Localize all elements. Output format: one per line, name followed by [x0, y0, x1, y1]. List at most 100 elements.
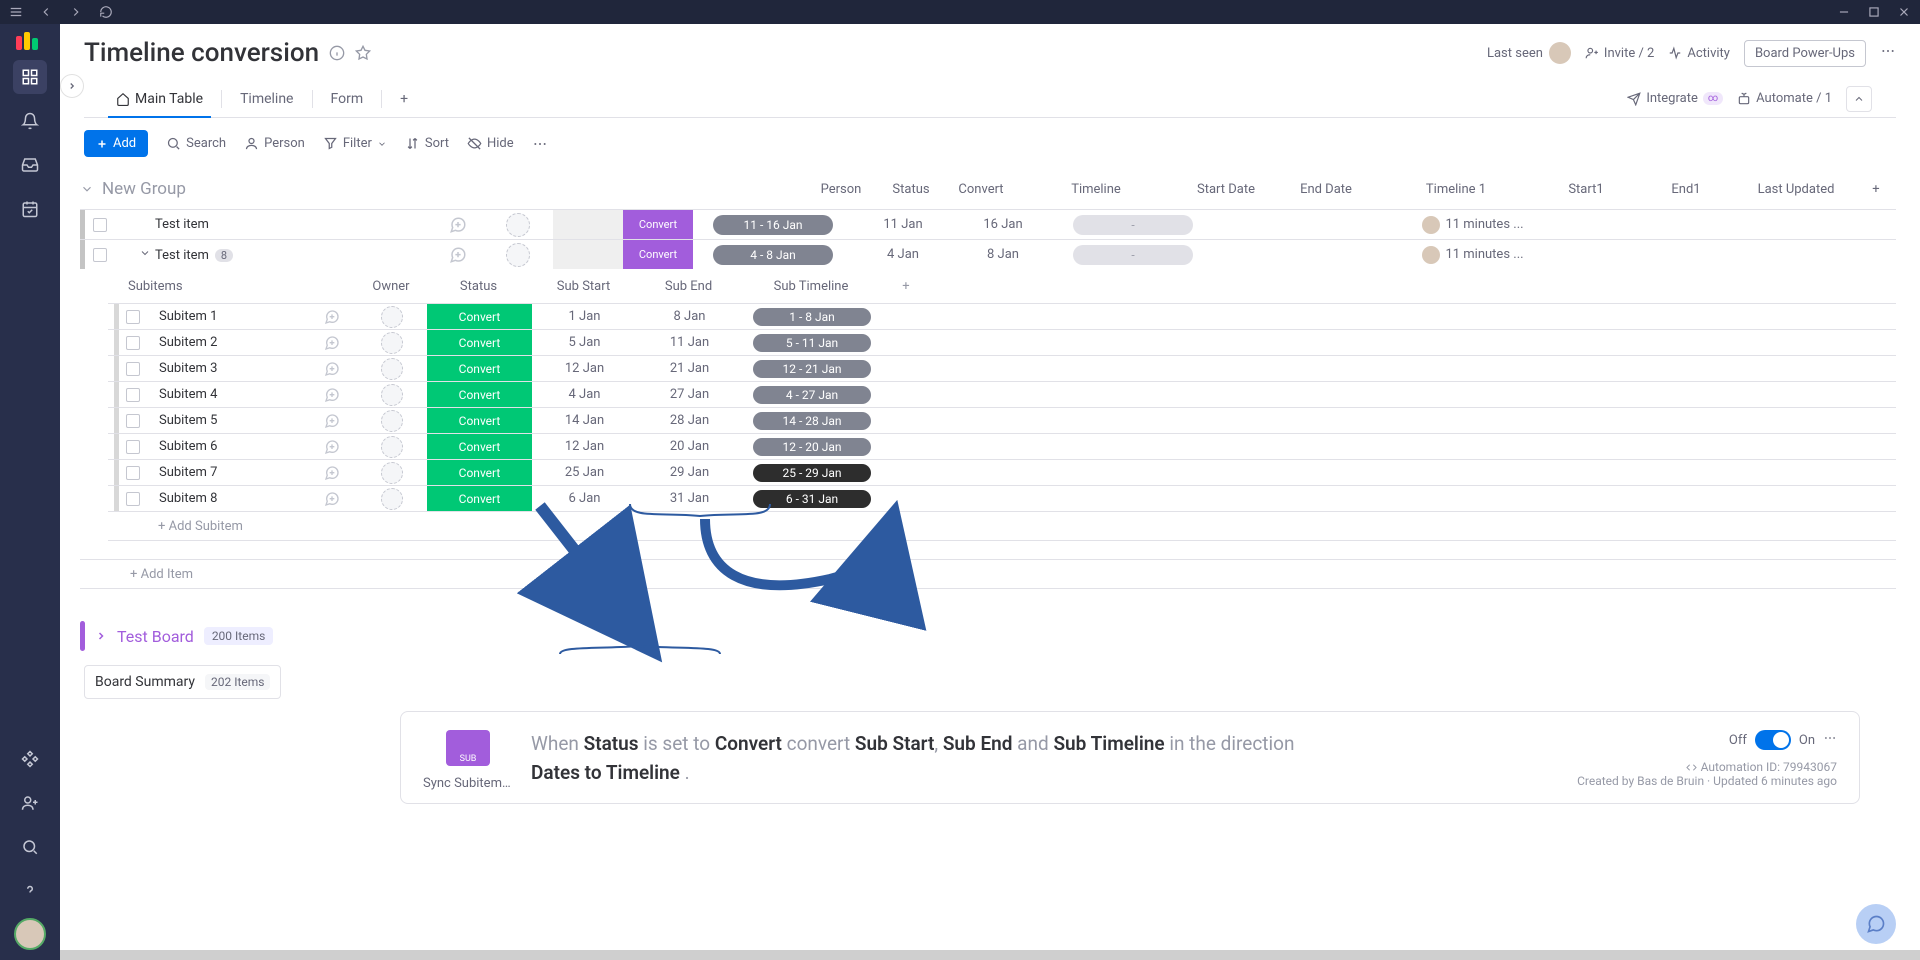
sub-add-conversation-icon[interactable] [307, 387, 357, 403]
sub-status-cell[interactable]: Convert [427, 304, 532, 329]
add-conversation-icon[interactable] [433, 216, 483, 234]
col-sub-status[interactable]: Status [426, 279, 531, 294]
notifications-icon[interactable] [13, 104, 47, 138]
substart-cell[interactable]: 5 Jan [532, 335, 637, 350]
auto-field-direction[interactable]: Dates to Timeline [531, 761, 680, 784]
subend-cell[interactable]: 31 Jan [637, 491, 742, 506]
col-substart[interactable]: Sub Start [531, 279, 636, 294]
row-checkbox[interactable] [93, 248, 107, 262]
subtimeline-cell[interactable]: 12 - 20 Jan [742, 438, 882, 456]
sub-add-conversation-icon[interactable] [307, 465, 357, 481]
subend-cell[interactable]: 29 Jan [637, 465, 742, 480]
owner-cell[interactable] [357, 306, 427, 328]
timeline-cell[interactable]: 11 - 16 Jan [693, 215, 853, 235]
owner-cell[interactable] [357, 488, 427, 510]
add-view-button[interactable]: + [392, 80, 416, 117]
subitem-name[interactable]: Subitem 6 [147, 439, 307, 454]
inbox-icon[interactable] [13, 148, 47, 182]
automation-menu-icon[interactable] [1823, 731, 1837, 749]
subend-cell[interactable]: 28 Jan [637, 413, 742, 428]
help-bubble-icon[interactable] [1856, 904, 1896, 944]
person-cell[interactable] [483, 213, 553, 237]
col-convert[interactable]: Convert [946, 182, 1016, 197]
col-start1[interactable]: Start1 [1536, 182, 1636, 197]
col-start-date[interactable]: Start Date [1176, 182, 1276, 197]
tab-form[interactable]: Form [323, 80, 372, 117]
collapse-header-icon[interactable] [1846, 86, 1872, 112]
substart-cell[interactable]: 6 Jan [532, 491, 637, 506]
group2-name[interactable]: Test Board [117, 627, 194, 646]
star-icon[interactable] [355, 45, 371, 61]
sub-status-cell[interactable]: Convert [427, 460, 532, 485]
substart-cell[interactable]: 12 Jan [532, 439, 637, 454]
status-cell[interactable] [553, 210, 623, 239]
subitem-name[interactable]: Subitem 5 [147, 413, 307, 428]
auto-field-subtimeline[interactable]: Sub Timeline [1053, 732, 1164, 755]
tab-timeline[interactable]: Timeline [232, 80, 301, 117]
person-filter[interactable]: Person [244, 136, 305, 151]
subrow-checkbox[interactable] [126, 388, 140, 402]
col-end1[interactable]: End1 [1636, 182, 1736, 197]
maximize-icon[interactable] [1866, 4, 1882, 20]
sub-status-cell[interactable]: Convert [427, 356, 532, 381]
auto-field-subend[interactable]: Sub End [943, 732, 1013, 755]
subrow-checkbox[interactable] [126, 336, 140, 350]
toolbar-more-icon[interactable] [532, 136, 548, 152]
owner-cell[interactable] [357, 358, 427, 380]
subend-cell[interactable]: 8 Jan [637, 309, 742, 324]
auto-field-status[interactable]: Status [584, 732, 639, 755]
menu-icon[interactable] [8, 4, 24, 20]
add-item-button[interactable]: + Add Item [80, 559, 1896, 589]
sidebar-collapse-icon[interactable] [60, 74, 84, 98]
sub-status-cell[interactable]: Convert [427, 330, 532, 355]
subitem-row[interactable]: Subitem 8Convert6 Jan31 Jan6 - 31 Jan [108, 485, 1896, 511]
subend-cell[interactable]: 20 Jan [637, 439, 742, 454]
col-subtimeline[interactable]: Sub Timeline [741, 279, 881, 294]
automate-button[interactable]: Automate / 1 [1737, 91, 1832, 106]
search-button[interactable]: Search [166, 136, 226, 151]
board-menu-icon[interactable] [1880, 43, 1896, 63]
item-name[interactable]: Test item [115, 217, 433, 232]
updated-cell[interactable]: 11 minutes ... [1413, 246, 1533, 264]
owner-cell[interactable] [357, 410, 427, 432]
subitem-row[interactable]: Subitem 5Convert14 Jan28 Jan14 - 28 Jan [108, 407, 1896, 433]
subitem-row[interactable]: Subitem 2Convert5 Jan11 Jan5 - 11 Jan [108, 329, 1896, 355]
subitem-name[interactable]: Subitem 2 [147, 335, 307, 350]
item-name[interactable]: Test item8 [115, 247, 433, 263]
timeline-cell[interactable]: 4 - 8 Jan [693, 245, 853, 265]
subitem-row[interactable]: Subitem 7Convert25 Jan29 Jan25 - 29 Jan [108, 459, 1896, 485]
substart-cell[interactable]: 25 Jan [532, 465, 637, 480]
invite-icon[interactable] [13, 786, 47, 820]
sub-status-cell[interactable]: Convert [427, 486, 532, 511]
subtimeline-cell[interactable]: 1 - 8 Jan [742, 308, 882, 326]
sub-status-cell[interactable]: Convert [427, 434, 532, 459]
start-date-cell[interactable]: 11 Jan [853, 217, 953, 232]
powerups-button[interactable]: Board Power-Ups [1744, 40, 1866, 67]
tab-main-table[interactable]: Main Table [108, 80, 211, 117]
subitem-row[interactable]: Subitem 1Convert1 Jan8 Jan1 - 8 Jan [108, 303, 1896, 329]
info-icon[interactable] [329, 45, 345, 61]
status-cell[interactable] [553, 240, 623, 269]
col-timeline[interactable]: Timeline [1016, 182, 1176, 197]
updated-cell[interactable]: 11 minutes ... [1413, 216, 1533, 234]
automation-toggle[interactable] [1755, 730, 1791, 750]
subrow-checkbox[interactable] [126, 414, 140, 428]
integrate-button[interactable]: Integrate∞ [1627, 91, 1723, 106]
item-row[interactable]: Test itemConvert11 - 16 Jan11 Jan16 Jan-… [80, 209, 1896, 239]
add-conversation-icon[interactable] [433, 246, 483, 264]
sub-status-cell[interactable]: Convert [427, 408, 532, 433]
subrow-checkbox[interactable] [126, 310, 140, 324]
substart-cell[interactable]: 4 Jan [532, 387, 637, 402]
subitem-name[interactable]: Subitem 7 [147, 465, 307, 480]
add-column-icon[interactable]: + [1856, 182, 1896, 197]
sub-add-conversation-icon[interactable] [307, 413, 357, 429]
subitem-name[interactable]: Subitem 3 [147, 361, 307, 376]
group-name[interactable]: New Group [102, 179, 186, 199]
sort-button[interactable]: Sort [405, 136, 449, 151]
auto-field-substart[interactable]: Sub Start [855, 732, 934, 755]
col-end-date[interactable]: End Date [1276, 182, 1376, 197]
add-subitem-button[interactable]: + Add Subitem [108, 511, 1896, 541]
close-icon[interactable] [1896, 4, 1912, 20]
convert-cell[interactable]: Convert [623, 210, 693, 239]
sub-add-conversation-icon[interactable] [307, 309, 357, 325]
